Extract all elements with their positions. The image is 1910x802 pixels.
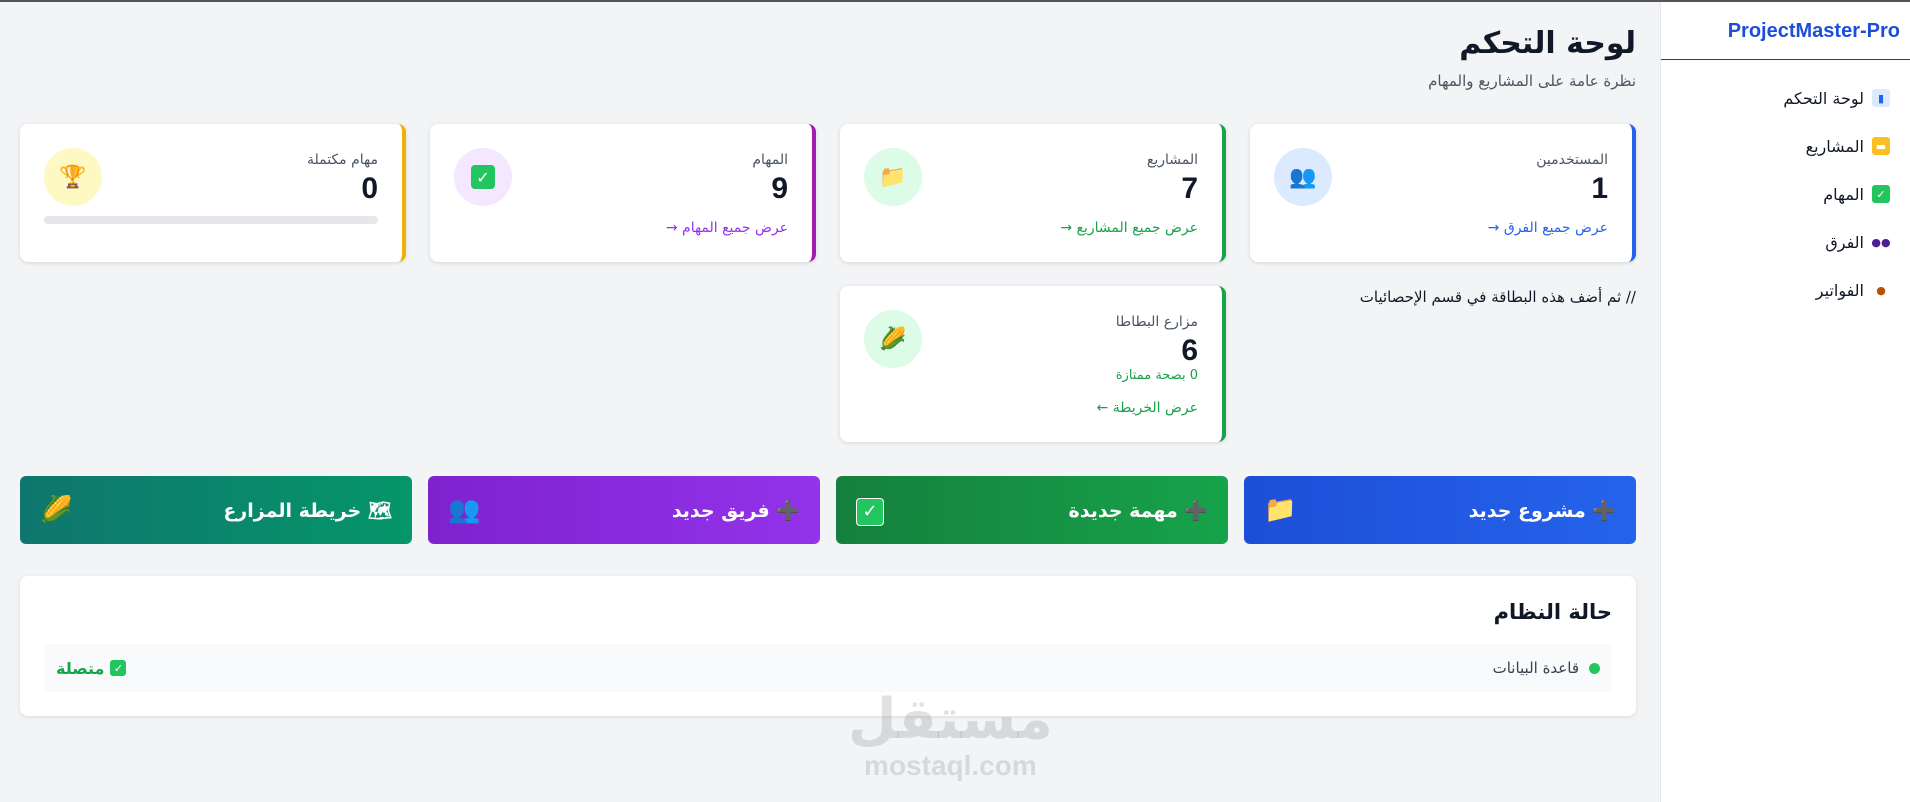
view-map-link[interactable]: عرض الخريطة ← (1097, 400, 1198, 416)
stat-label: مهام مكتملة (306, 152, 378, 168)
brand-logo[interactable]: ProjectMaster-Pro (1661, 2, 1910, 60)
stat-value: 7 (1181, 172, 1198, 205)
page-title: لوحة التحكم (1459, 26, 1636, 61)
code-comment-text: // ثم أضف هذه البطاقة في قسم الإحصائيات (1359, 288, 1636, 306)
status-item-name: قاعدة البيانات (1492, 659, 1579, 677)
new-project-button[interactable]: ➕ مشروع جديد 📁 (1244, 476, 1636, 544)
stat-label: مزارع البطاطا (1115, 314, 1198, 330)
stat-card-projects: المشاريع 7 عرض جميع المشاريع → 📁 (840, 124, 1226, 262)
team-icon: ●● (1871, 235, 1891, 249)
system-status-title: حالة النظام (1493, 600, 1612, 624)
stat-value: 1 (1591, 172, 1608, 205)
watermark-logo: مستقل (848, 687, 1053, 752)
status-dot-icon (1589, 662, 1600, 674)
sidebar-item-teams[interactable]: ●● الفرق (1661, 218, 1910, 266)
status-value: ✓ متصلة (56, 658, 127, 678)
farm-health-note: 0 بصحة ممتازة (1115, 368, 1198, 383)
new-team-button[interactable]: ➕ فريق جديد 👥 (428, 476, 820, 544)
stat-card-potato-farms: مزارع البطاطا 6 0 بصحة ممتازة عرض الخريط… (840, 286, 1226, 442)
page-subtitle: نظرة عامة على المشاريع والمهام (1428, 72, 1636, 90)
view-all-tasks-link[interactable]: عرض جميع المهام → (666, 220, 788, 236)
completion-progress-bar (44, 216, 378, 224)
watermark-url: mostaql.com (864, 750, 1037, 781)
checkbox-icon: ✓ (856, 494, 884, 526)
sidebar-item-label: الفواتير (1815, 280, 1864, 300)
stat-label: المستخدمين (1536, 152, 1608, 168)
stat-value: 6 (1181, 334, 1198, 367)
view-all-projects-link[interactable]: عرض جميع المشاريع → (1060, 220, 1198, 236)
farms-map-button[interactable]: 🗺 خريطة المزارع 🌽 (20, 476, 412, 544)
sidebar-item-label: المهام (1823, 184, 1864, 204)
stat-value: 9 (771, 172, 788, 205)
sidebar-item-label: المشاريع (1805, 136, 1864, 156)
sidebar-nav: ▮ لوحة التحكم ▬ المشاريع ✓ المهام ●● الف… (1661, 60, 1910, 314)
new-task-button[interactable]: ➕ مهمة جديدة ✓ (836, 476, 1228, 544)
folder-icon: 📁 (1264, 495, 1297, 525)
main-content: لوحة التحكم نظرة عامة على المشاريع والمه… (20, 2, 1636, 802)
stat-label: المهام (752, 152, 788, 168)
status-item: قاعدة البيانات (1493, 659, 1600, 677)
sidebar-item-projects[interactable]: ▬ المشاريع (1661, 122, 1910, 170)
farms-map-label: 🗺 خريطة المزارع (223, 499, 392, 522)
team-icon: 👥 (448, 495, 481, 525)
checkbox-icon: ✓ (454, 148, 512, 206)
checkbox-icon: ✓ (110, 660, 127, 676)
status-row-database: قاعدة البيانات ✓ متصلة (44, 644, 1612, 692)
new-project-label: ➕ مشروع جديد (1468, 499, 1616, 522)
stat-card-users: المستخدمين 1 عرض جميع الفرق → 👥 (1250, 124, 1636, 262)
money-bag-icon: ● (1876, 283, 1886, 297)
sidebar-item-label: الفرق (1825, 232, 1864, 252)
checkbox-icon: ✓ (1872, 185, 1890, 203)
sidebar-item-tasks[interactable]: ✓ المهام (1661, 170, 1910, 218)
sidebar: ProjectMaster-Pro ▮ لوحة التحكم ▬ المشار… (1660, 2, 1910, 802)
bar-chart-icon: ▮ (1872, 89, 1890, 107)
watermark: مستقل mostaql.com (848, 690, 1053, 782)
stat-card-tasks: المهام 9 عرض جميع المهام → ✓ (430, 124, 816, 262)
folder-icon: ▬ (1872, 137, 1890, 155)
corn-icon: 🌽 (864, 310, 922, 368)
sidebar-item-invoices[interactable]: ● الفواتير (1661, 266, 1910, 314)
sidebar-item-label: لوحة التحكم (1783, 88, 1864, 108)
status-value-text: متصلة (56, 658, 105, 678)
trophy-icon: 🏆 (44, 148, 102, 206)
folder-icon: 📁 (864, 148, 922, 206)
stat-label: المشاريع (1146, 152, 1198, 168)
stat-card-completed-tasks: مهام مكتملة 0 🏆 (20, 124, 406, 262)
view-all-teams-link[interactable]: عرض جميع الفرق → (1488, 220, 1608, 236)
system-status-panel: حالة النظام قاعدة البيانات ✓ متصلة (20, 576, 1636, 716)
corn-icon: 🌽 (40, 495, 73, 525)
stat-value: 0 (361, 172, 378, 205)
new-team-label: ➕ فريق جديد (671, 499, 800, 522)
sidebar-item-dashboard[interactable]: ▮ لوحة التحكم (1661, 74, 1910, 122)
team-icon: 👥 (1274, 148, 1332, 206)
new-task-label: ➕ مهمة جديدة (1068, 499, 1208, 522)
